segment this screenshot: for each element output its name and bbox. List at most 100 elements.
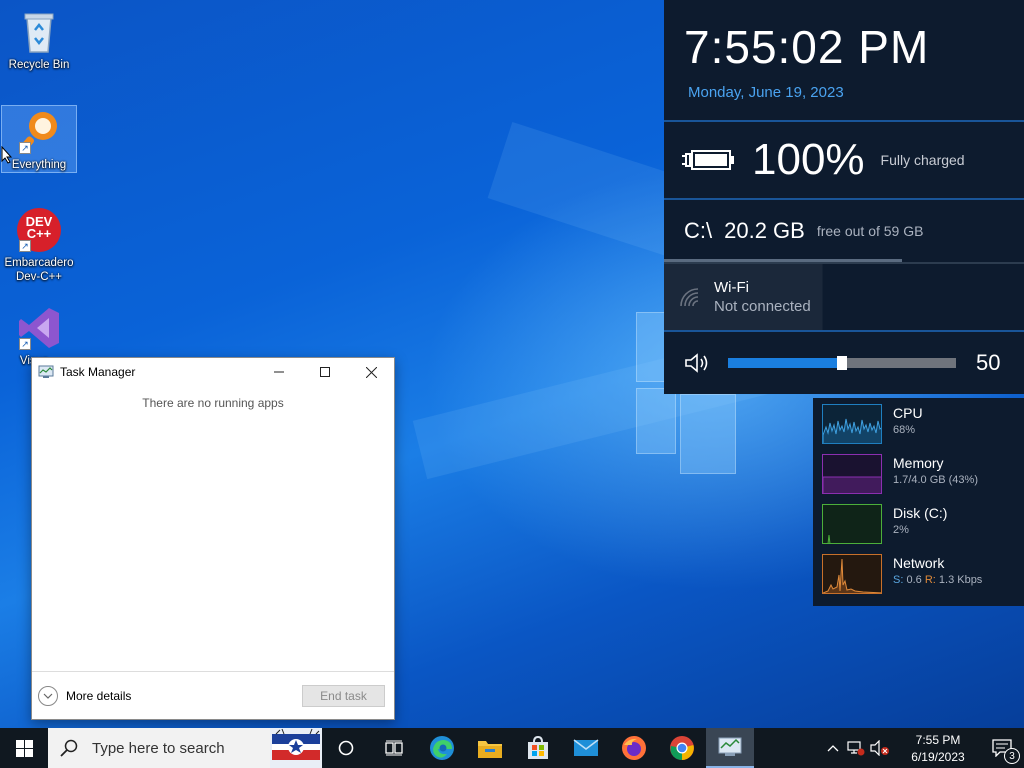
battery-charging-icon [682,150,734,170]
chevron-up-icon [827,745,839,752]
chrome-icon [670,736,694,760]
perf-name: CPU [893,405,923,421]
wifi-block[interactable]: Wi-Fi Not connected [664,264,1024,330]
cortana-button[interactable] [322,728,370,768]
perf-row-disk[interactable]: Disk (C:) 2% [822,504,1024,554]
perf-row-memory[interactable]: Memory 1.7/4.0 GB (43%) [822,454,1024,504]
close-button[interactable] [348,358,394,386]
perf-name: Memory [893,455,944,471]
network-disconnected-icon [847,741,865,756]
visual-studio-icon: ↗ [15,304,63,352]
chrome-button[interactable] [658,728,706,768]
volume-slider[interactable] [728,356,956,370]
mail-button[interactable] [562,728,610,768]
devcpp-icon: DEV C++ ↗ [15,206,63,254]
speaker-icon[interactable] [684,352,712,374]
minimize-button[interactable] [256,358,302,386]
cpu-graph [822,404,882,444]
desktop-icon-label: Everything [11,159,67,171]
desktop-icon-recycle-bin[interactable]: Recycle Bin [1,6,77,72]
shortcut-arrow-icon: ↗ [19,240,31,252]
edge-button[interactable] [418,728,466,768]
mail-icon [573,739,599,756]
task-view-button[interactable] [370,728,418,768]
clock-date: Monday, June 19, 2023 [688,84,844,101]
network-send-label: S: [893,574,904,586]
wifi-text: Wi-Fi Not connected [714,279,811,315]
devcpp-logo-text: DEV C++ [25,214,53,241]
firefox-icon [622,736,646,760]
windows-logo-icon [15,739,33,757]
search-highlight-flag-icon [270,728,322,768]
task-view-icon [385,740,403,756]
window-title: Task Manager [60,365,136,379]
shortcut-arrow-icon: ↗ [19,338,31,350]
everything-search-icon: ↗ [15,108,63,156]
network-send-value: 0.6 [906,574,922,586]
store-button[interactable] [514,728,562,768]
disk-graph [822,504,882,544]
taskbar-clock[interactable]: 7:55 PM 6/19/2023 [896,733,980,764]
disk-block[interactable]: C:\ 20.2 GB free out of 59 GB [664,200,1024,262]
action-center-button[interactable]: 3 [980,728,1024,768]
divider [664,120,1024,122]
speaker-muted-icon [870,740,889,756]
mouse-cursor-icon [1,146,13,164]
close-icon [365,366,377,378]
desktop-icon-label: Recycle Bin [8,59,70,71]
show-hidden-icons-button[interactable] [822,728,844,768]
task-manager-footer: More details End task [32,671,394,719]
network-recv-label: R: [924,574,936,586]
disk-path: C:\ [684,218,713,243]
perf-value: 1.7/4.0 GB (43%) [893,474,978,486]
wallpaper-logo-pane [636,388,676,454]
system-flyout: 7:55:02 PM Monday, June 19, 2023 100% Fu… [664,0,1024,394]
volume-value: 50 [976,350,1001,375]
store-icon [528,736,548,759]
file-explorer-icon [478,741,502,758]
task-manager-taskbar-button[interactable] [706,728,754,768]
search-placeholder: Type here to search [92,739,225,757]
disk-caption: free out of 59 GB [816,223,924,239]
perf-value: 68% [893,424,916,436]
chevron-down-icon[interactable] [38,685,58,706]
wallpaper-logo-pane [680,394,736,474]
perf-row-cpu[interactable]: CPU 68% [822,404,1024,454]
more-details-link[interactable]: More details [66,689,131,703]
taskbar-time: 7:55 PM [915,732,961,747]
file-explorer-button[interactable] [466,728,514,768]
network-graph [822,554,882,594]
volume-slider-thumb[interactable] [837,356,847,370]
end-task-button[interactable]: End task [302,685,385,707]
edge-icon [430,736,454,760]
perf-name: Disk (C:) [893,505,948,521]
search-box[interactable]: Type here to search [48,728,322,768]
disk-free: 20.2 GB [724,218,805,243]
network-recv-value: 1.3 Kbps [938,574,983,586]
battery-percent: 100% [752,135,865,184]
taskbar: Type here to search 7:55 PM 6/19/2023 3 [0,728,1024,768]
empty-message: There are no running apps [142,396,284,410]
volume-block: 50 [664,332,1024,394]
maximize-button[interactable] [302,358,348,386]
wifi-title: Wi-Fi [714,279,749,296]
shortcut-arrow-icon: ↗ [19,142,31,154]
firefox-button[interactable] [610,728,658,768]
title-bar[interactable]: Task Manager [32,358,394,386]
volume-slider-fill [728,358,842,368]
memory-graph [822,454,882,494]
wifi-icon [680,288,699,307]
perf-value: 2% [893,524,909,536]
task-manager-icon [38,365,54,378]
perf-value: S: 0.6 R: 1.3 Kbps [893,574,982,586]
perf-row-network[interactable]: Network S: 0.6 R: 1.3 Kbps [822,554,1024,604]
battery-status: Fully charged [880,152,965,168]
minimize-icon [274,371,284,373]
desktop-icon-devcpp[interactable]: DEV C++ ↗ Embarcadero Dev-C++ [1,204,77,284]
battery-block[interactable]: 100% Fully charged [664,122,1024,198]
perf-name: Network [893,555,945,571]
network-tray-button[interactable] [844,728,868,768]
volume-tray-button[interactable] [868,728,892,768]
taskbar-date: 6/19/2023 [911,749,965,764]
start-button[interactable] [0,728,48,768]
